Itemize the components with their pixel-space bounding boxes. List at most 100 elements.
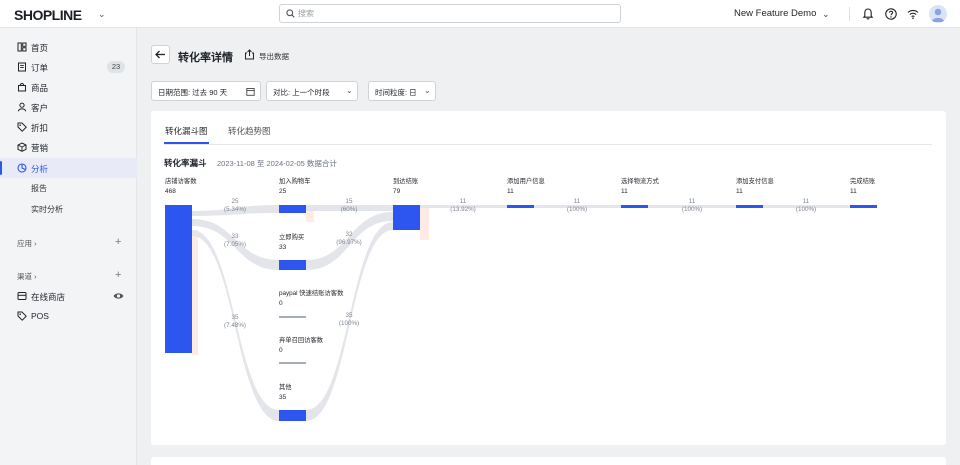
stage-name-label: 添加用户信息 bbox=[507, 176, 545, 185]
bell-icon[interactable] bbox=[861, 7, 875, 21]
link-value-label: 15 bbox=[345, 198, 353, 205]
sidebar-item-pos[interactable]: POS bbox=[0, 306, 137, 326]
stage-name-label: 添加支付信息 bbox=[736, 176, 774, 185]
sidebar-subitem-label: 实时分析 bbox=[31, 205, 63, 214]
stage-name-label: 完成结账 bbox=[850, 176, 876, 185]
link-percent-label: (100%) bbox=[796, 206, 816, 213]
sidebar-item-label: 在线商店 bbox=[31, 292, 66, 302]
link-value-label: 25 bbox=[231, 198, 239, 205]
funnel-title: 转化率漏斗 bbox=[164, 158, 207, 168]
funnel-stage-bar bbox=[279, 316, 306, 318]
date-range-filter[interactable]: 日期范围: 过去 90 天 bbox=[151, 81, 261, 101]
store-switcher[interactable]: New Feature Demo bbox=[734, 8, 816, 19]
chevron-down-icon: ⌄ bbox=[424, 86, 431, 95]
sidebar-item-customers[interactable]: 客户 bbox=[0, 97, 137, 117]
link-value-label: 11 bbox=[803, 198, 810, 205]
stage-value-label: 11 bbox=[736, 188, 743, 195]
stage-name-label: 到达结账 bbox=[393, 176, 419, 185]
sidebar-item-discounts[interactable]: 折扣 bbox=[0, 117, 137, 137]
link-value-label: 11 bbox=[574, 198, 581, 205]
chevron-down-icon[interactable]: ⌄ bbox=[822, 9, 830, 20]
sidebar-item-orders[interactable]: 订单 23 bbox=[0, 57, 137, 77]
wifi-icon[interactable] bbox=[906, 7, 920, 21]
add-app-icon[interactable]: + bbox=[115, 236, 121, 248]
link-percent-label: (5.34%) bbox=[224, 206, 246, 213]
tag-icon bbox=[17, 122, 27, 132]
analytics-icon bbox=[17, 163, 27, 173]
page-title: 转化率详情 bbox=[178, 52, 233, 64]
search-icon bbox=[286, 9, 295, 18]
eye-icon[interactable] bbox=[113, 291, 124, 301]
link-value-label: 35 bbox=[231, 314, 239, 321]
link-percent-label: (96.97%) bbox=[336, 239, 362, 246]
funnel-stage-bar bbox=[621, 205, 648, 208]
funnel-stage-bar bbox=[507, 205, 534, 208]
add-channel-icon[interactable]: + bbox=[115, 269, 121, 281]
user-avatar-icon bbox=[931, 8, 945, 22]
sidebar-item-label: 商品 bbox=[31, 83, 49, 93]
sidebar-subitem-reports[interactable]: 报告 bbox=[0, 178, 137, 198]
previous-period-stub bbox=[420, 208, 429, 240]
stage-value-label: 79 bbox=[393, 188, 401, 195]
avatar[interactable] bbox=[929, 5, 947, 23]
section-label: 应用 › bbox=[17, 239, 37, 248]
pos-tag-icon bbox=[17, 311, 27, 321]
stage-value-label: 35 bbox=[279, 394, 287, 401]
sidebar-item-label: 客户 bbox=[31, 103, 49, 113]
search-input[interactable] bbox=[298, 7, 608, 20]
section-label: 渠道 › bbox=[17, 272, 37, 281]
sidebar-section-apps[interactable]: 应用 › + bbox=[0, 235, 137, 251]
back-button[interactable] bbox=[151, 45, 170, 64]
sidebar-item-label: 分析 bbox=[31, 164, 49, 174]
sidebar-item-home[interactable]: 首页 bbox=[0, 37, 137, 57]
sidebar-item-products[interactable]: 商品 bbox=[0, 77, 137, 97]
order-icon bbox=[18, 62, 26, 72]
link-value-label: 35 bbox=[345, 312, 353, 319]
chevron-down-icon[interactable]: ⌄ bbox=[98, 9, 106, 20]
sidebar-item-label: 订单 bbox=[31, 63, 49, 73]
previous-period-stub bbox=[192, 230, 198, 355]
help-icon[interactable] bbox=[884, 7, 898, 21]
link-percent-label: (100%) bbox=[339, 320, 359, 327]
sidebar-subitem-label: 报告 bbox=[31, 184, 47, 193]
tab-funnel[interactable]: 转化漏斗图 bbox=[165, 125, 208, 137]
tab-trend[interactable]: 转化趋势图 bbox=[228, 125, 271, 137]
compare-filter[interactable]: 对比: 上一个时段 ⌄ bbox=[266, 81, 358, 101]
link-percent-label: (60%) bbox=[341, 206, 358, 213]
sidebar-subitem-realtime[interactable]: 实时分析 bbox=[0, 199, 137, 219]
link-percent-label: (100%) bbox=[567, 206, 587, 213]
trend-card bbox=[151, 457, 946, 465]
search-box[interactable] bbox=[279, 4, 621, 23]
funnel-stage-bar bbox=[279, 260, 306, 270]
calendar-icon bbox=[246, 88, 255, 96]
arrow-left-icon bbox=[155, 50, 165, 59]
stage-name-label: 其他 bbox=[279, 382, 292, 391]
granularity-filter[interactable]: 时间粒度: 日 ⌄ bbox=[368, 81, 436, 101]
sidebar-item-label: 折扣 bbox=[31, 123, 49, 133]
divider bbox=[849, 7, 850, 21]
funnel-stage-bar bbox=[165, 205, 192, 353]
sidebar-item-label: 营销 bbox=[31, 143, 49, 153]
export-data-button[interactable]: 导出数据 bbox=[259, 51, 289, 62]
stage-name-label: 加入购物车 bbox=[279, 176, 310, 185]
stage-value-label: 0 bbox=[279, 347, 283, 354]
store-icon bbox=[17, 292, 27, 300]
export-icon[interactable] bbox=[244, 49, 255, 60]
filter-label: 时间粒度: 日 bbox=[375, 88, 417, 97]
stage-name-label: 选择物流方式 bbox=[621, 176, 659, 185]
sidebar-item-online-store[interactable]: 在线商店 bbox=[0, 286, 137, 306]
sidebar-section-channels[interactable]: 渠道 › + bbox=[0, 268, 137, 284]
stage-value-label: 11 bbox=[507, 188, 514, 195]
order-count-badge: 23 bbox=[107, 61, 125, 73]
top-bar: SHOPLINE ⌄ New Feature Demo ⌄ bbox=[0, 0, 960, 28]
filter-label: 日期范围: 过去 90 天 bbox=[158, 88, 228, 97]
funnel-stage-bar bbox=[279, 362, 306, 364]
stage-name-label: 立即购买 bbox=[279, 232, 304, 241]
stage-name-label: 弃单召回访客数 bbox=[279, 335, 324, 344]
shopline-logo[interactable]: SHOPLINE bbox=[14, 7, 82, 23]
funnel-stage-bar bbox=[279, 205, 306, 213]
link-percent-label: (7.05%) bbox=[224, 241, 246, 248]
sidebar-item-marketing[interactable]: 营销 bbox=[0, 137, 137, 157]
stage-value-label: 468 bbox=[165, 188, 176, 195]
sidebar-item-analytics[interactable]: 分析 bbox=[0, 158, 137, 178]
